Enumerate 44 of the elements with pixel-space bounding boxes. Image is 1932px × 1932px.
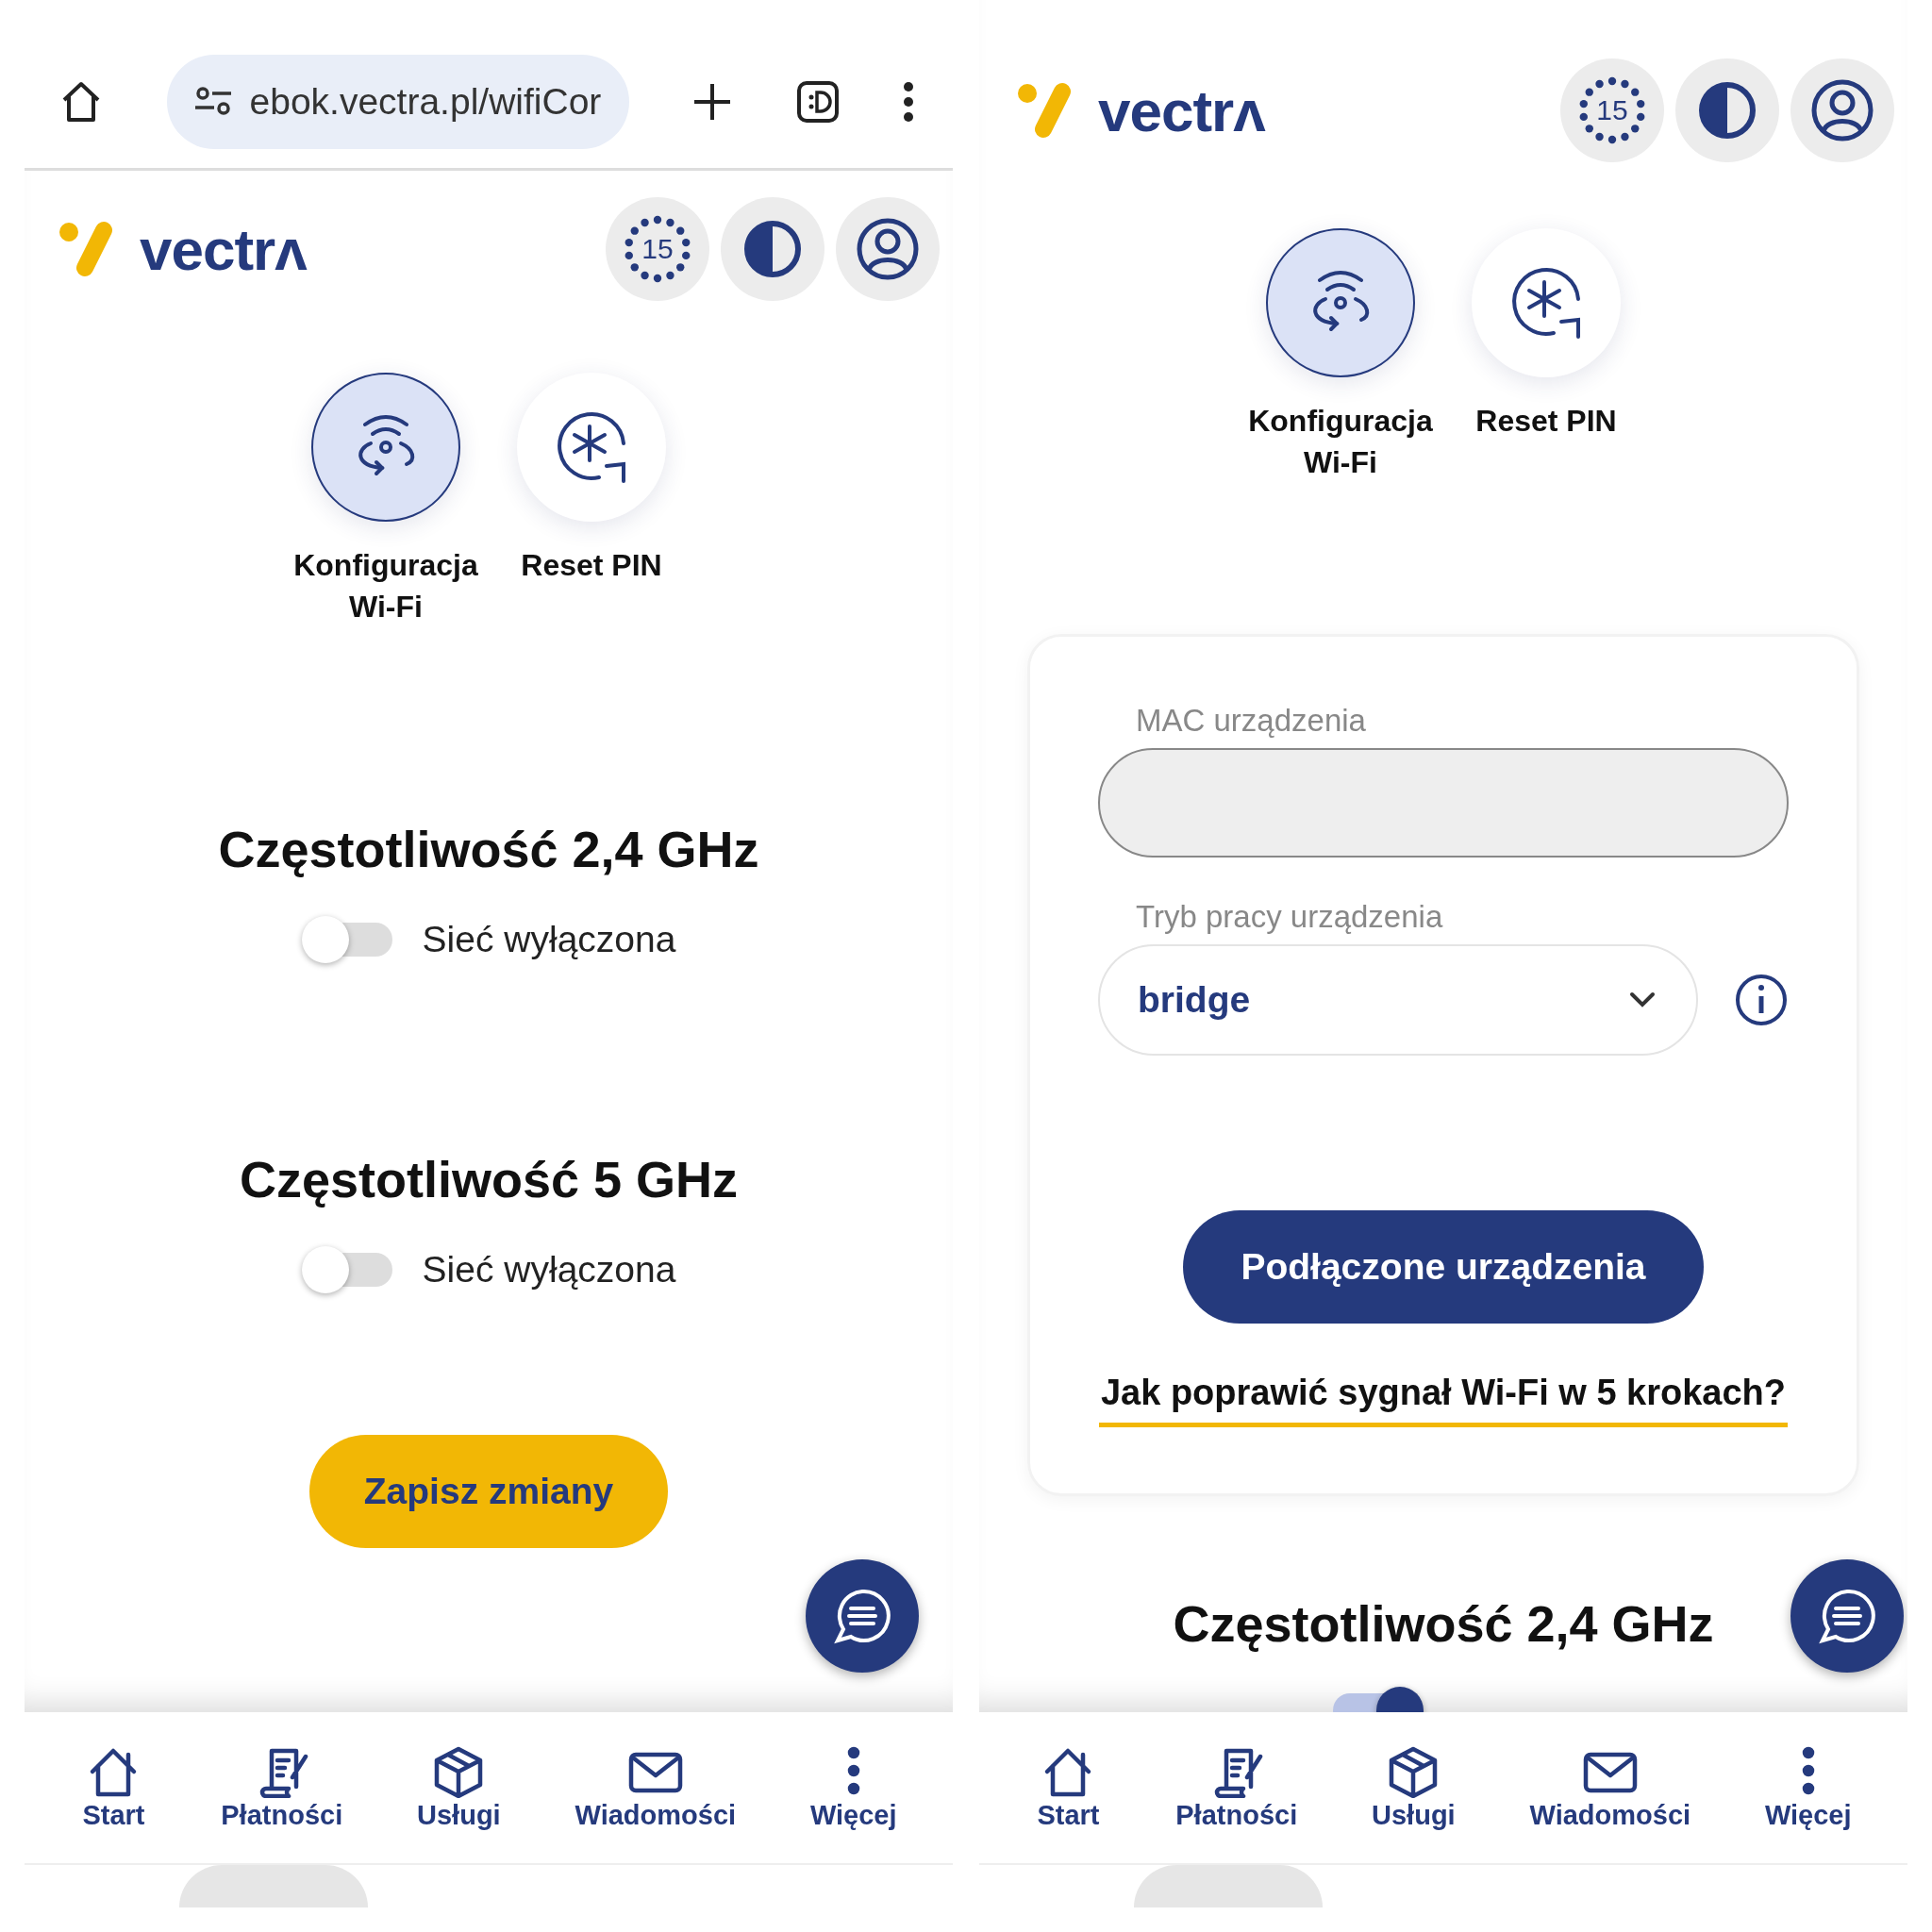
- address-bar[interactable]: ebok.vectra.pl/wifiCor: [166, 55, 629, 149]
- more-icon[interactable]: [902, 80, 915, 124]
- chat-button[interactable]: [1790, 1559, 1904, 1673]
- toggle-label: Sieć wyłączona: [422, 1249, 676, 1291]
- nav-item[interactable]: Płatności: [1175, 1744, 1298, 1831]
- nav-item[interactable]: Usługi: [417, 1744, 501, 1831]
- timer-button[interactable]: 15: [606, 197, 709, 301]
- nav-item[interactable]: Więcej: [809, 1744, 897, 1831]
- section-heading: Częstotliwość 2,4 GHz: [1173, 1594, 1714, 1653]
- field-label: MAC urządzenia: [1135, 703, 1367, 739]
- shortcut-tile[interactable]: Reset PIN: [492, 373, 691, 627]
- shortcut-tile[interactable]: Konfiguracja Wi-Fi: [1241, 228, 1440, 483]
- shortcut-tile[interactable]: Reset PIN: [1447, 228, 1645, 483]
- nav-item[interactable]: Usługi: [1372, 1744, 1456, 1831]
- field-label: Tryb pracy urządzenia: [1135, 899, 1444, 935]
- brand-logo: vectrʌ: [140, 215, 307, 283]
- timer-button[interactable]: 15: [1560, 58, 1664, 162]
- contrast-icon: [1697, 80, 1757, 141]
- nav-item[interactable]: Start: [1035, 1744, 1102, 1831]
- nav-item[interactable]: Wiadomości: [1529, 1744, 1691, 1831]
- brand-logo: vectrʌ: [1098, 76, 1265, 144]
- mode-dropdown[interactable]: bridge: [1098, 944, 1698, 1056]
- plus-icon[interactable]: [691, 81, 733, 123]
- nav-item[interactable]: Płatności: [221, 1744, 343, 1831]
- user-icon: [856, 217, 920, 281]
- section-heading: Częstotliwość 2,4 GHz: [218, 820, 759, 878]
- user-icon: [1810, 78, 1874, 142]
- chat-button[interactable]: [806, 1559, 919, 1673]
- tabs-icon[interactable]: [795, 80, 840, 124]
- connected-devices-button[interactable]: Podłączone urządzenia: [1183, 1210, 1704, 1324]
- nav-item[interactable]: Start: [80, 1744, 147, 1831]
- toggle-label: Sieć wyłączona: [422, 919, 676, 960]
- contrast-icon: [742, 219, 803, 279]
- nav-item[interactable]: Więcej: [1764, 1744, 1852, 1831]
- nav-item[interactable]: Wiadomości: [575, 1744, 737, 1831]
- url-text: ebok.vectra.pl/wifiCor: [249, 81, 602, 123]
- info-icon[interactable]: [1734, 973, 1789, 1027]
- section-heading: Częstotliwość 5 GHz: [239, 1150, 739, 1208]
- shortcut-tile[interactable]: Konfiguracja Wi-Fi: [287, 373, 485, 627]
- help-link[interactable]: Jak poprawić sygnał Wi-Fi w 5 krokach?: [1098, 1373, 1789, 1427]
- save-button[interactable]: Zapisz zmiany: [309, 1435, 668, 1548]
- toggle-switch[interactable]: [301, 1246, 394, 1293]
- toggle-switch[interactable]: [301, 916, 394, 963]
- dropdown-value: bridge: [1138, 979, 1251, 1021]
